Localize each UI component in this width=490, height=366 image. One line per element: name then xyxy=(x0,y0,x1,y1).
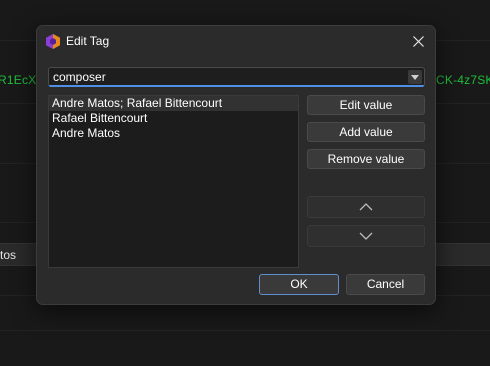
list-item[interactable]: Rafael Bittencourt xyxy=(49,111,298,126)
edit-value-button[interactable]: Edit value xyxy=(307,95,425,115)
move-up-button[interactable] xyxy=(307,196,425,218)
chevron-down-icon xyxy=(411,74,419,80)
dialog-titlebar[interactable]: Edit Tag xyxy=(37,26,435,56)
list-item[interactable]: Andre Matos; Rafael Bittencourt xyxy=(49,96,298,111)
close-icon xyxy=(412,35,424,47)
app-hexagon-icon xyxy=(46,34,60,49)
bg-row-text: tos xyxy=(0,248,17,262)
edit-tag-dialog: Edit Tag Andre Matos; Rafael Bittencourt… xyxy=(36,25,436,305)
bg-divider xyxy=(0,330,490,331)
bg-green-text-right: CK-4z7SKE xyxy=(436,73,490,87)
tag-name-input[interactable] xyxy=(49,68,408,86)
tag-name-combobox[interactable] xyxy=(48,67,425,87)
add-value-button[interactable]: Add value xyxy=(307,122,425,142)
cancel-button[interactable]: Cancel xyxy=(346,274,425,295)
list-item[interactable]: Andre Matos xyxy=(49,126,298,141)
chevron-up-icon xyxy=(359,203,373,211)
chevron-down-icon xyxy=(359,232,373,240)
focus-underline xyxy=(49,85,424,87)
combo-dropdown-button[interactable] xyxy=(408,70,422,84)
dialog-title: Edit Tag xyxy=(66,34,110,48)
remove-value-button[interactable]: Remove value xyxy=(307,149,425,169)
move-down-button[interactable] xyxy=(307,225,425,247)
tag-values-list[interactable]: Andre Matos; Rafael Bittencourt Rafael B… xyxy=(48,95,299,268)
ok-button[interactable]: OK xyxy=(259,274,339,295)
close-button[interactable] xyxy=(409,32,427,50)
